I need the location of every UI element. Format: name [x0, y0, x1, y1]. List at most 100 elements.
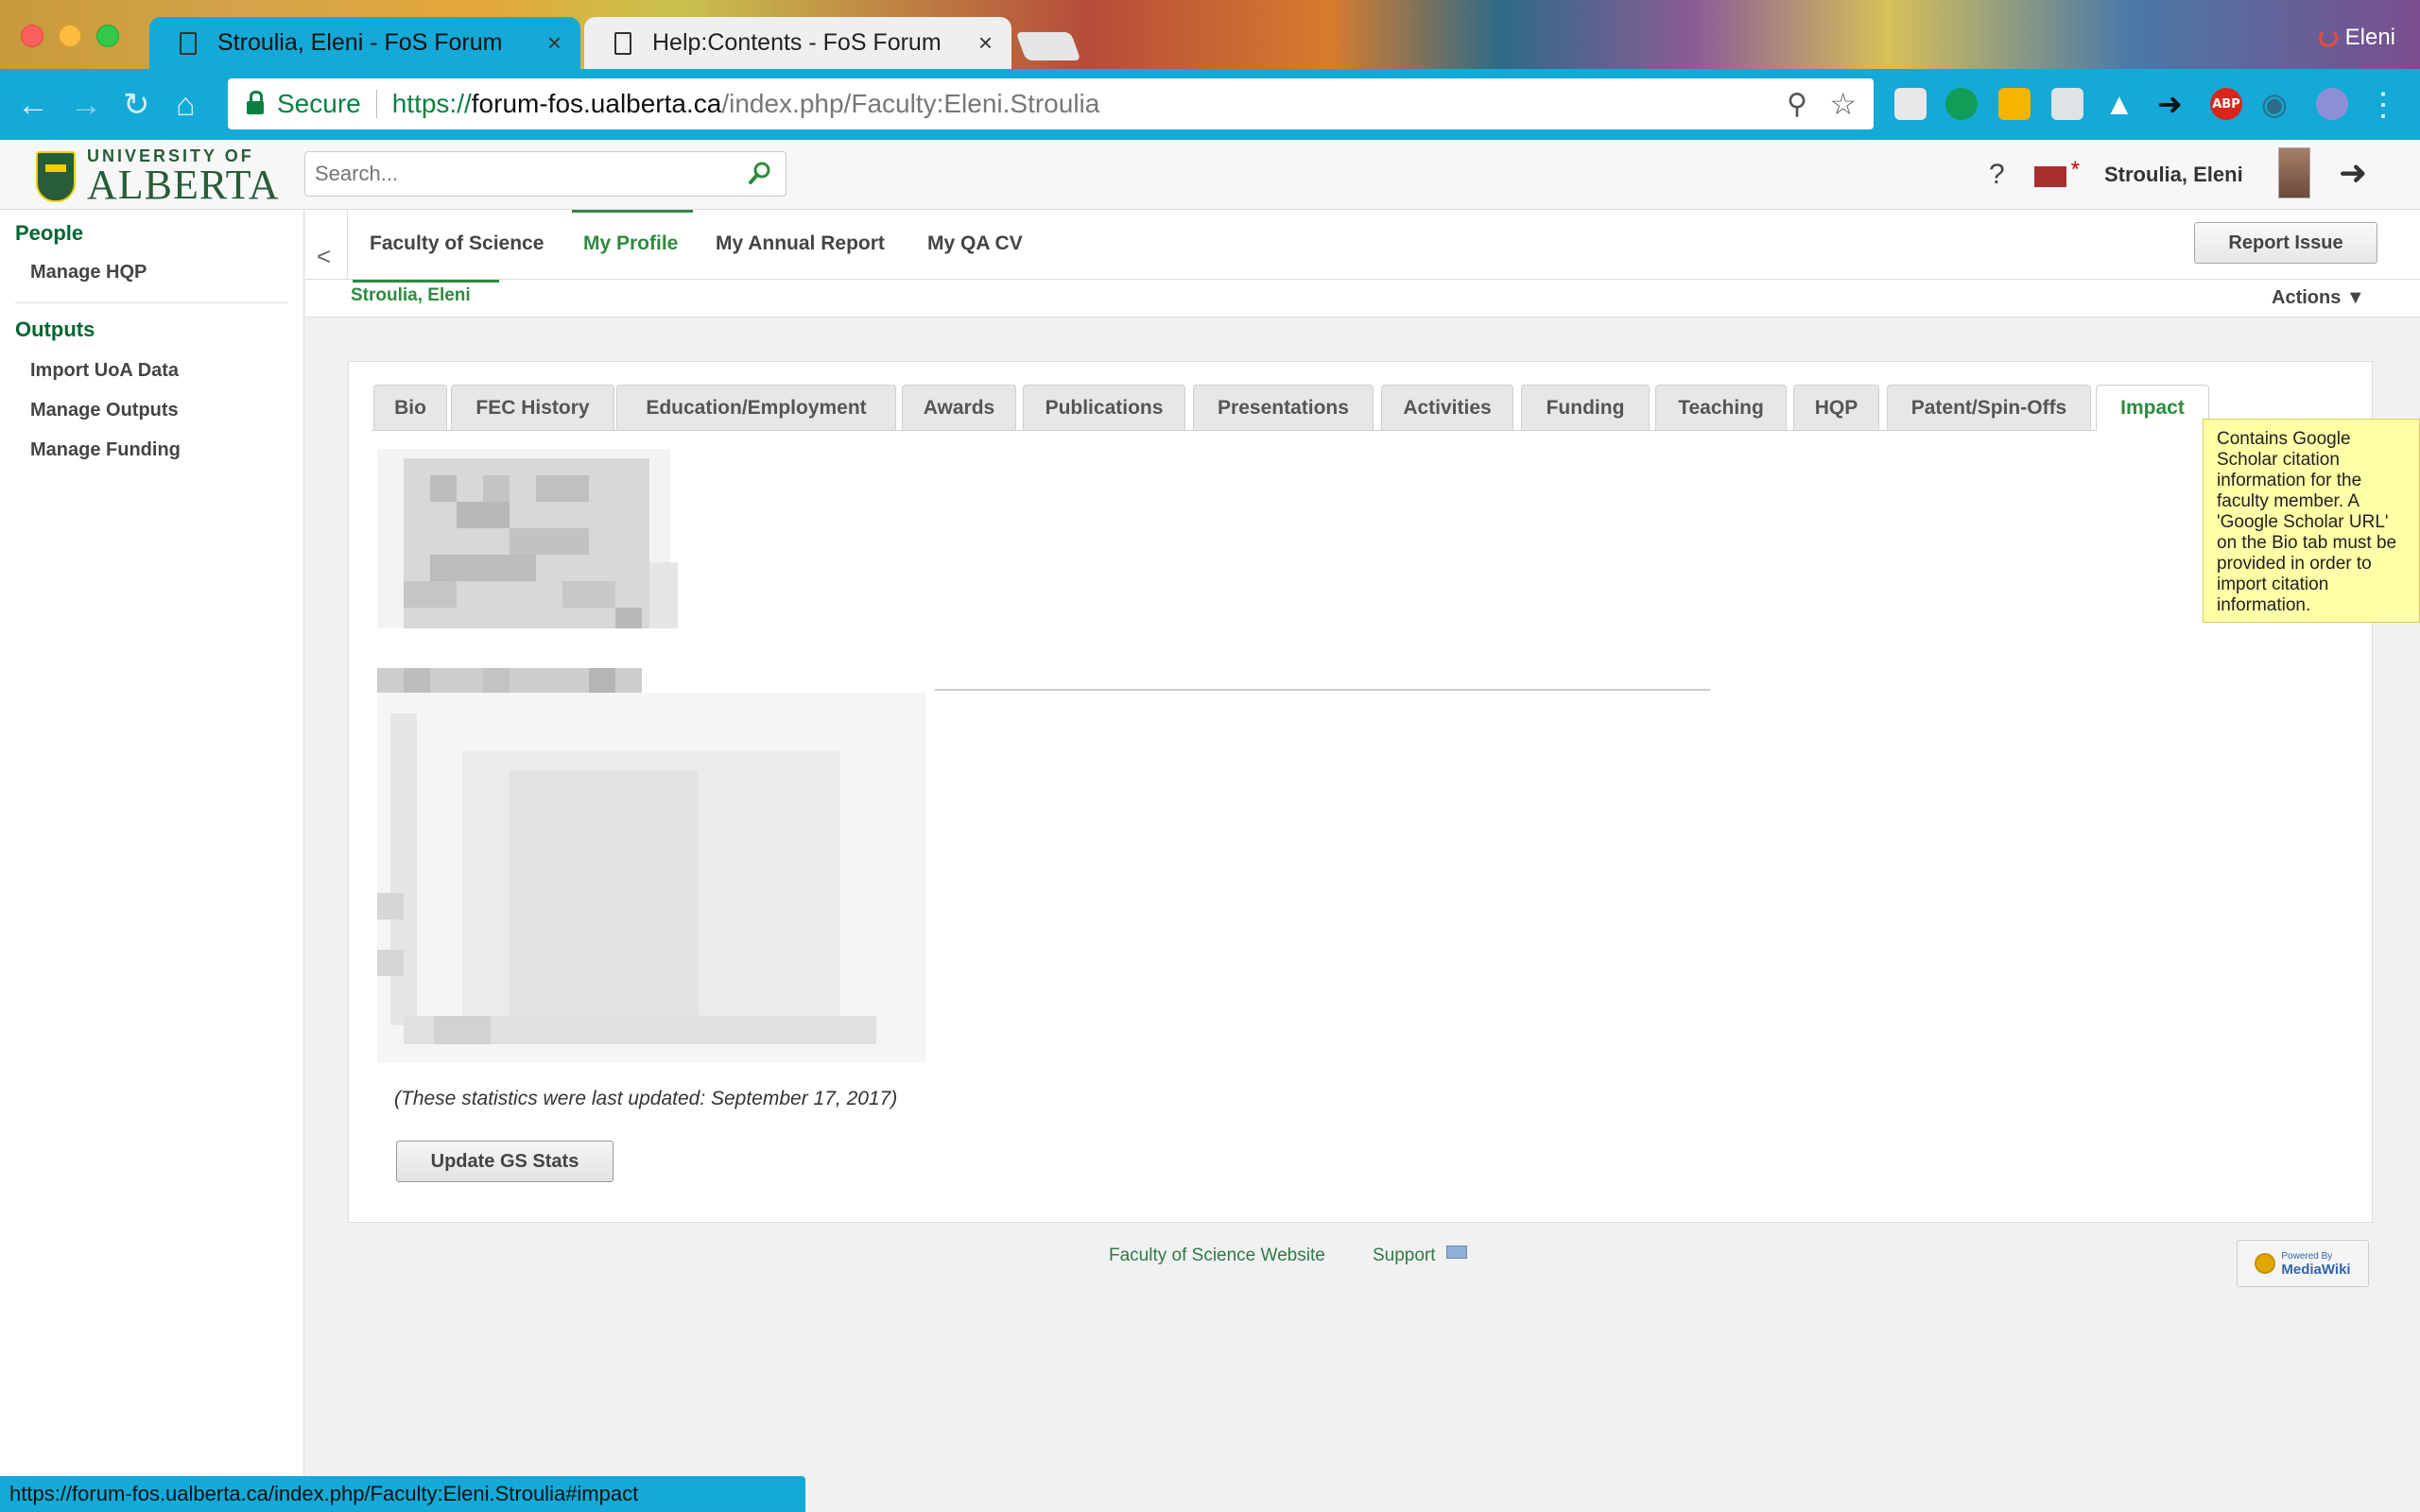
address-bar[interactable]: Secure https://forum-fos.ualberta.ca/ind…	[228, 78, 1874, 129]
tab-teaching[interactable]: Teaching	[1655, 385, 1787, 430]
new-tab-button[interactable]	[1015, 32, 1081, 60]
actions-menu[interactable]: Actions ▼	[2272, 287, 2365, 309]
update-gs-stats-button[interactable]: Update GS Stats	[396, 1141, 614, 1182]
tab-funding[interactable]: Funding	[1521, 385, 1650, 430]
search-box	[304, 151, 786, 197]
browser-tab-title: Stroulia, Eleni - FoS Forum	[217, 29, 503, 56]
forward-arrow-icon[interactable]: →	[70, 86, 102, 124]
search-input[interactable]	[305, 152, 712, 196]
selected-tab-indicator	[572, 210, 693, 213]
impact-tab-tooltip: Contains Google Scholar citation informa…	[2203, 419, 2420, 623]
browser-titlebar: Stroulia, Eleni - FoS Forum × Help:Conte…	[0, 0, 2420, 69]
envelope-icon	[1446, 1246, 1467, 1259]
document-icon	[614, 31, 631, 55]
sidebar-item-import-uoa-data[interactable]: Import UoA Data	[30, 360, 179, 382]
selected-subtab-indicator	[353, 280, 499, 283]
footer-link-support[interactable]: Support	[1373, 1246, 1436, 1266]
avatar[interactable]	[2278, 147, 2310, 198]
back-arrow-icon[interactable]: ←	[17, 86, 49, 124]
browser-tab-active[interactable]: Stroulia, Eleni - FoS Forum ×	[149, 17, 580, 69]
badge-line2: MediaWiki	[2281, 1262, 2351, 1278]
logout-arrow-icon[interactable]: ➜	[2339, 153, 2367, 193]
powered-by-mediawiki-badge[interactable]: Powered By MediaWiki	[2237, 1240, 2369, 1287]
tab-fec-history[interactable]: FEC History	[451, 385, 614, 430]
document-icon	[180, 31, 197, 55]
footer-link-faculty-website[interactable]: Faculty of Science Website	[1109, 1246, 1325, 1266]
sidebar: People Manage HQP Outputs Import UoA Dat…	[0, 210, 304, 1512]
minimize-window-button[interactable]	[59, 25, 81, 47]
eye-icon[interactable]: ◉	[2261, 86, 2288, 122]
site-header: UNIVERSITY OF ALBERTA ? Stroulia, Eleni …	[0, 140, 2420, 210]
divider	[347, 210, 348, 280]
tab-activities[interactable]: Activities	[1381, 385, 1513, 430]
mail-icon[interactable]	[2034, 157, 2080, 187]
status-bar-url: https://forum-fos.ualberta.ca/index.php/…	[0, 1476, 805, 1512]
divider	[935, 689, 1710, 691]
report-issue-button[interactable]: Report Issue	[2194, 222, 2377, 264]
url-scheme: https://	[391, 89, 472, 118]
logo-bottom-text: ALBERTA	[87, 162, 280, 208]
main-nav: < Faculty of Science My Profile My Annua…	[305, 210, 2420, 280]
tab-strip-baseline	[372, 430, 2347, 431]
browser-tab-title: Help:Contents - FoS Forum	[652, 29, 942, 56]
tab-publications[interactable]: Publications	[1023, 385, 1185, 430]
close-window-button[interactable]	[21, 25, 43, 47]
browser-toolbar: ← → ↻ ⌂ Secure https://forum-fos.ualbert…	[0, 69, 2420, 140]
collapse-sidebar-button[interactable]: <	[317, 242, 331, 271]
badge-text: Powered By MediaWiki	[2281, 1250, 2350, 1277]
tab-patent-spin-offs[interactable]: Patent/Spin-Offs	[1887, 385, 2091, 430]
tab-bio[interactable]: Bio	[373, 385, 447, 430]
lock-icon	[247, 91, 264, 114]
sub-nav: Stroulia, Eleni Actions ▼	[305, 280, 2420, 318]
maximize-window-button[interactable]	[96, 25, 119, 47]
security-label: Secure	[277, 89, 361, 118]
divider	[375, 90, 377, 118]
sidebar-item-manage-hqp[interactable]: Manage HQP	[30, 262, 147, 284]
vpn-icon[interactable]	[2316, 88, 2348, 120]
crest-icon	[36, 151, 76, 202]
cast-icon[interactable]	[2051, 88, 2083, 120]
tab-education-employment[interactable]: Education/Employment	[616, 385, 896, 430]
zoom-icon[interactable]: ⚲	[1787, 88, 1807, 121]
tab-my-annual-report[interactable]: My Annual Report	[716, 232, 885, 255]
tab-impact[interactable]: Impact	[2096, 385, 2209, 431]
sidebar-heading-outputs: Outputs	[15, 318, 95, 341]
browser-profile[interactable]: Eleni	[2318, 25, 2395, 51]
redacted-statistics	[377, 449, 925, 1063]
drive-icon[interactable]: ▲	[2104, 86, 2135, 122]
sidebar-divider	[15, 302, 287, 303]
tab-my-qa-cv[interactable]: My QA CV	[927, 232, 1023, 255]
browser-profile-name: Eleni	[2344, 25, 2395, 50]
tab-hqp[interactable]: HQP	[1793, 385, 1879, 430]
url-path: /index.php/Faculty:Eleni.Stroulia	[721, 89, 1100, 118]
tab-faculty-of-science[interactable]: Faculty of Science	[370, 232, 544, 255]
reload-icon[interactable]: ↻	[123, 86, 150, 124]
sidebar-item-manage-funding[interactable]: Manage Funding	[30, 439, 181, 461]
share-arrow-icon[interactable]: ➜	[2157, 86, 2183, 122]
url-host: forum-fos.ualberta.ca	[471, 89, 722, 118]
home-icon[interactable]: ⌂	[176, 86, 196, 124]
help-icon[interactable]: ?	[1989, 159, 2005, 191]
browser-tab[interactable]: Help:Contents - FoS Forum ×	[584, 17, 1011, 69]
sidebar-heading-people: People	[15, 221, 84, 245]
tab-awards[interactable]: Awards	[902, 385, 1016, 430]
university-logo[interactable]: UNIVERSITY OF ALBERTA	[36, 147, 280, 206]
adblock-plus-icon[interactable]: ABP	[2210, 88, 2242, 120]
user-name[interactable]: Stroulia, Eleni	[2104, 163, 2243, 187]
bookmark-star-icon[interactable]: ☆	[1829, 86, 1857, 122]
stats-last-updated-note: (These statistics were last updated: Sep…	[394, 1088, 898, 1109]
mediawiki-sunflower-icon	[2255, 1253, 2276, 1274]
rss-icon[interactable]	[1998, 88, 2031, 120]
sidebar-item-manage-outputs[interactable]: Manage Outputs	[30, 400, 179, 421]
close-tab-icon[interactable]: ×	[547, 28, 562, 58]
extension-icon[interactable]	[1894, 88, 1927, 120]
profile-icon	[2318, 28, 2338, 47]
tab-my-profile[interactable]: My Profile	[583, 232, 678, 255]
profile-card: Bio FEC History Education/Employment Awa…	[348, 361, 2373, 1223]
browser-menu-icon[interactable]: ⋮	[2367, 86, 2399, 124]
tab-presentations[interactable]: Presentations	[1193, 385, 1374, 430]
close-tab-icon[interactable]: ×	[978, 28, 993, 58]
search-icon[interactable]	[748, 161, 772, 185]
subtab-profile-name[interactable]: Stroulia, Eleni	[351, 285, 471, 306]
hangouts-icon[interactable]	[1945, 88, 1978, 120]
